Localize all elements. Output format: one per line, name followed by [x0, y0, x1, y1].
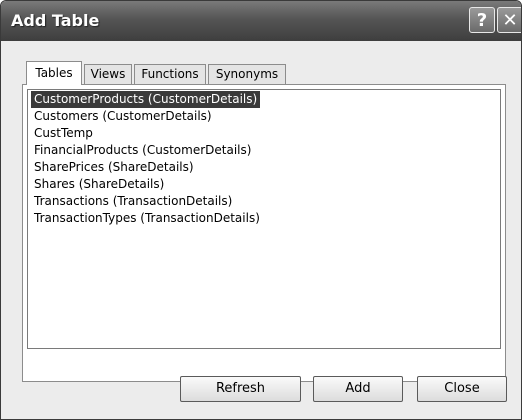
tables-listbox[interactable]: CustomerProducts (CustomerDetails) Custo…	[27, 89, 501, 349]
tab-synonyms[interactable]: Synonyms	[208, 64, 286, 84]
list-item[interactable]: Customers (CustomerDetails)	[34, 108, 212, 125]
dialog-title: Add Table	[11, 11, 100, 30]
help-icon: ?	[476, 9, 488, 31]
list-item[interactable]: FinancialProducts (CustomerDetails)	[34, 142, 251, 159]
list-item[interactable]: Transactions (TransactionDetails)	[34, 193, 232, 210]
list-item[interactable]: Shares (ShareDetails)	[34, 176, 164, 193]
tab-tables[interactable]: Tables	[26, 61, 82, 85]
tab-functions[interactable]: Functions	[134, 64, 206, 84]
close-icon: ✕	[502, 9, 518, 31]
tab-views[interactable]: Views	[84, 64, 132, 84]
close-button[interactable]: Close	[417, 376, 507, 402]
title-bar[interactable]: Add Table ? ✕	[1, 1, 521, 41]
add-button[interactable]: Add	[313, 376, 403, 402]
list-item[interactable]: TransactionTypes (TransactionDetails)	[34, 210, 260, 227]
help-button[interactable]: ?	[469, 7, 495, 33]
list-item[interactable]: SharePrices (ShareDetails)	[34, 159, 194, 176]
list-item[interactable]: CustomerProducts (CustomerDetails)	[31, 91, 261, 108]
list-item[interactable]: CustTemp	[34, 125, 93, 142]
refresh-button[interactable]: Refresh	[180, 376, 301, 402]
close-window-button[interactable]: ✕	[497, 7, 521, 33]
